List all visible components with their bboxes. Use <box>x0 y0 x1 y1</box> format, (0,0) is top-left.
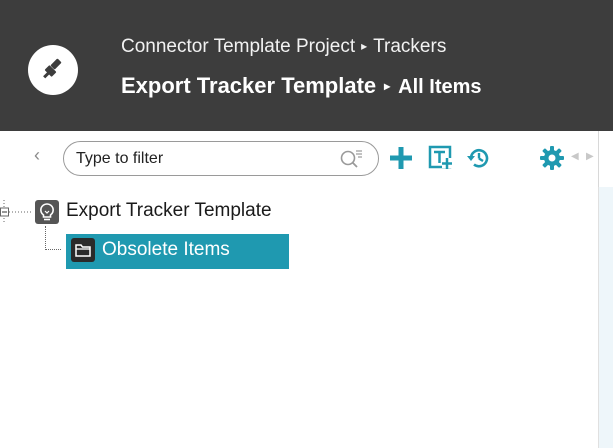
tree-expander-icon[interactable] <box>0 200 34 224</box>
lightbulb-icon <box>35 200 59 224</box>
scroll-right-icon[interactable]: ▶ <box>586 151 594 162</box>
connector-plug-icon <box>43 58 62 79</box>
filter-field[interactable] <box>63 141 379 176</box>
add-icon[interactable] <box>388 145 414 171</box>
toolbar-divider <box>598 131 599 187</box>
page-title[interactable]: Export Tracker Template <box>121 73 376 98</box>
view-name[interactable]: All Items <box>398 76 481 98</box>
tree-item-obsolete-items[interactable]: Obsolete Items <box>66 234 289 269</box>
project-logo[interactable] <box>28 45 78 95</box>
details-panel <box>599 187 613 448</box>
new-item-icon[interactable] <box>428 145 454 171</box>
tree-item-label: Obsolete Items <box>102 239 230 260</box>
collapse-panel-button[interactable]: ‹ <box>28 144 46 166</box>
tree-root-label[interactable]: Export Tracker Template <box>66 200 272 222</box>
title-separator: ▸ <box>384 79 391 93</box>
settings-icon[interactable] <box>539 145 565 171</box>
tree-connector <box>45 226 61 250</box>
breadcrumb-project[interactable]: Connector Template Project <box>121 36 355 57</box>
filter-input[interactable] <box>76 142 326 175</box>
page-title-row: Export Tracker Template ▸ All Items <box>121 73 482 99</box>
app-header: Connector Template Project ▸ Trackers Expo… <box>0 0 613 131</box>
history-icon[interactable] <box>466 145 492 171</box>
breadcrumb-section[interactable]: Trackers <box>373 36 446 57</box>
scroll-left-icon[interactable]: ◀ <box>571 151 579 162</box>
search-filter-icon[interactable] <box>339 149 363 171</box>
breadcrumb-separator: ▸ <box>361 39 368 53</box>
folder-icon <box>71 238 95 262</box>
breadcrumb: Connector Template Project ▸ Trackers <box>121 36 446 58</box>
